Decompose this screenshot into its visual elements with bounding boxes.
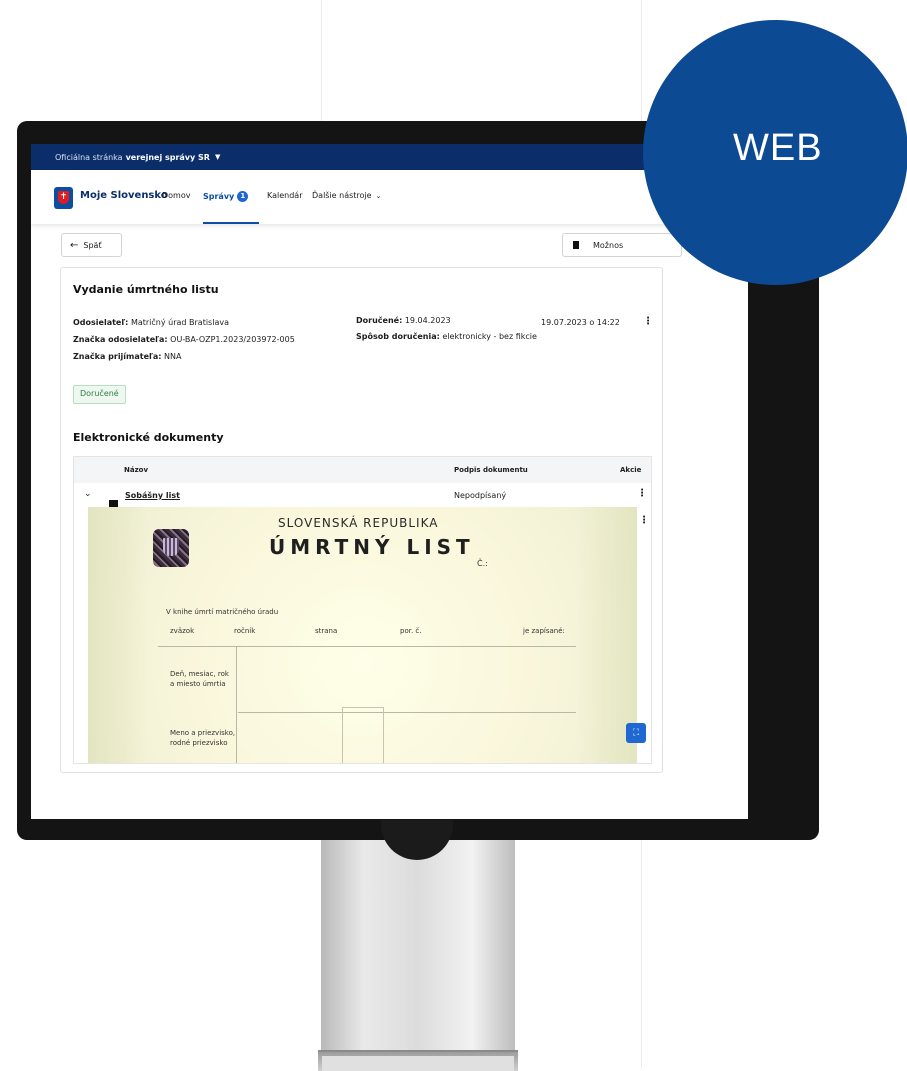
web-badge-label: WEB bbox=[733, 127, 823, 169]
name-surname-label: Meno a priezvisko, rodné priezvisko bbox=[170, 729, 236, 747]
message-title: Vydanie úmrtného listu bbox=[73, 283, 219, 296]
main-nav: ✝ Moje Slovensko Domov Správy 1 Kalendár … bbox=[31, 170, 748, 224]
recipient-ref-row: Značka prijímateľa: NNA bbox=[73, 352, 181, 361]
slovak-emblem-icon[interactable]: ✝ bbox=[54, 187, 73, 209]
field-volume: zväzok bbox=[170, 627, 195, 635]
caret-down-icon: ▼ bbox=[214, 153, 221, 161]
fullscreen-button[interactable]: ⛶ bbox=[626, 723, 646, 743]
delivery-method-value: elektronicky - bez fikcie bbox=[442, 332, 537, 341]
delivered-value: 19.04.2023 bbox=[404, 316, 451, 325]
death-date-place-label: Deň, mesiac, rok a miesto úmrtia bbox=[170, 670, 229, 688]
delivered-label: Doručené: bbox=[356, 316, 403, 325]
field-page: strana bbox=[315, 627, 338, 635]
back-button-label: Späť bbox=[83, 240, 102, 250]
nav-item-home[interactable]: Domov bbox=[162, 191, 190, 200]
recipient-ref-label: Značka prijímateľa: bbox=[73, 352, 162, 361]
arrow-left-icon: ← bbox=[70, 239, 79, 251]
field-year: ročník bbox=[234, 627, 256, 635]
delivery-method-label: Spôsob doručenia: bbox=[356, 332, 440, 341]
nav-item-calendar[interactable]: Kalendár bbox=[267, 191, 303, 200]
document-signature-status: Nepodpísaný bbox=[454, 491, 507, 500]
active-tab-indicator bbox=[203, 222, 259, 224]
back-button[interactable]: ← Späť bbox=[61, 233, 122, 257]
monitor-screen: Oficiálna stránka verejnej správy SR ▼ ✝… bbox=[31, 144, 748, 819]
nav-item-label: Ďalšie nástroje bbox=[312, 191, 372, 200]
register-label: V knihe úmrtí matričného úradu bbox=[166, 608, 279, 616]
message-timestamp: 19.07.2023 o 14:22 bbox=[541, 318, 620, 327]
gov-bar-strong: verejnej správy SR bbox=[125, 152, 210, 162]
watermark-cross bbox=[342, 707, 384, 763]
chevron-down-icon: ⌄ bbox=[375, 192, 382, 200]
column-header-name: Názov bbox=[124, 466, 149, 474]
sender-value: Matričný úrad Bratislava bbox=[130, 318, 229, 327]
documents-table-header: Názov Podpis dokumentu Akcie bbox=[74, 457, 651, 483]
divider bbox=[236, 647, 237, 763]
sender-label: Odosielateľ: bbox=[73, 318, 129, 327]
nav-item-messages[interactable]: Správy 1 bbox=[203, 191, 249, 202]
more-vertical-icon[interactable]: ⋮ bbox=[639, 515, 649, 526]
monitor-foot bbox=[318, 1050, 518, 1071]
options-button-label: Možnos bbox=[593, 240, 624, 250]
gov-top-bar[interactable]: Oficiálna stránka verejnej správy SR ▼ bbox=[31, 144, 748, 170]
sender-ref-row: Značka odosielateľa: OU-BA-OZP1.2023/203… bbox=[73, 335, 295, 344]
more-vertical-icon[interactable]: ⋮ bbox=[643, 316, 653, 327]
certificate-number-label: Č.: bbox=[477, 559, 488, 568]
brand-name[interactable]: Moje Slovensko bbox=[80, 190, 168, 201]
divider bbox=[158, 646, 576, 647]
certificate-title: ÚMRTNÝ LIST bbox=[269, 535, 475, 559]
fullscreen-icon: ⛶ bbox=[632, 728, 640, 738]
document-link[interactable]: Sobášny list bbox=[125, 491, 180, 500]
documents-table: Názov Podpis dokumentu Akcie ⌄ Sobášny l… bbox=[73, 456, 652, 764]
trash-icon bbox=[573, 241, 579, 249]
field-recorded: je zapísané: bbox=[523, 627, 565, 635]
column-header-actions: Akcie bbox=[620, 466, 642, 474]
sender-row: Odosielateľ: Matričný úrad Bratislava bbox=[73, 318, 229, 327]
table-row: ⌄ Sobášny list Nepodpísaný ⋮ bbox=[74, 483, 651, 507]
status-badge: Doručené bbox=[73, 385, 126, 404]
chevron-down-icon[interactable]: ⌄ bbox=[84, 489, 92, 499]
nav-item-more-tools[interactable]: Ďalšie nástroje ⌄ bbox=[312, 191, 381, 200]
document-preview: SLOVENSKÁ REPUBLIKA ÚMRTNÝ LIST Č.: V kn… bbox=[88, 507, 637, 763]
options-button[interactable]: Možnos bbox=[562, 233, 682, 257]
unread-count-badge: 1 bbox=[237, 191, 249, 202]
hologram-emblem bbox=[153, 529, 189, 567]
nav-item-label: Správy bbox=[203, 192, 235, 201]
gov-bar-prefix: Oficiálna stránka bbox=[55, 152, 123, 162]
field-order-number: por. č. bbox=[400, 627, 422, 635]
documents-section-title: Elektronické dokumenty bbox=[73, 431, 224, 444]
more-vertical-icon[interactable]: ⋮ bbox=[637, 488, 647, 499]
message-card: Vydanie úmrtného listu Odosielateľ: Matr… bbox=[60, 267, 663, 773]
monitor-stand bbox=[321, 840, 515, 1069]
recipient-ref-value: NNA bbox=[164, 352, 182, 361]
column-header-signature: Podpis dokumentu bbox=[454, 466, 528, 474]
certificate-country: SLOVENSKÁ REPUBLIKA bbox=[278, 516, 439, 530]
sender-ref-value: OU-BA-OZP1.2023/203972-005 bbox=[170, 335, 295, 344]
delivery-method-row: Spôsob doručenia: elektronicky - bez fik… bbox=[356, 332, 537, 341]
delivered-row: Doručené: 19.04.2023 bbox=[356, 316, 451, 325]
sender-ref-label: Značka odosielateľa: bbox=[73, 335, 168, 344]
divider bbox=[238, 712, 576, 713]
